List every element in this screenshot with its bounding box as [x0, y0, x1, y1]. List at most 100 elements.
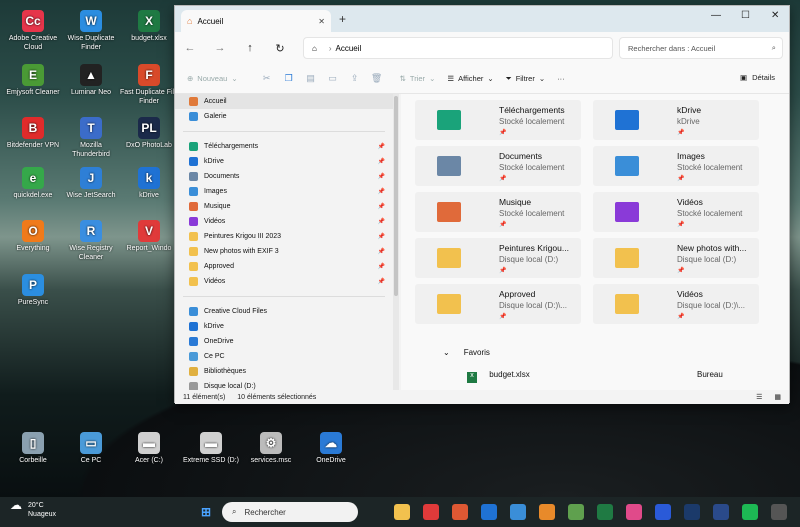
lrc-icon[interactable] — [713, 504, 729, 520]
desktop-icon[interactable]: O Everything — [4, 220, 62, 253]
sidebar-location-item[interactable]: kDrive — [175, 319, 393, 334]
excel-icon[interactable] — [597, 504, 613, 520]
sidebar-location-item[interactable]: OneDrive — [175, 334, 393, 349]
paint-icon[interactable] — [568, 504, 584, 520]
ps2-icon[interactable] — [684, 504, 700, 520]
scrollbar-thumb[interactable] — [394, 96, 398, 296]
forward-arrow-icon[interactable]: → — [205, 42, 235, 54]
sidebar-scrollbar[interactable] — [393, 94, 399, 390]
desktop-icon[interactable]: k kDrive — [120, 167, 178, 200]
quick-access-card[interactable]: Documents Stocké localement 📌 — [415, 146, 581, 186]
paste-icon[interactable]: ▤ — [300, 73, 322, 84]
weather-widget[interactable]: ☁ 20°C Nuageux — [10, 499, 56, 519]
address-bar[interactable]: ⌂ › Accueil — [303, 37, 613, 59]
desktop-icon[interactable]: PL DxO PhotoLab — [120, 117, 178, 150]
desktop-icon[interactable]: V Report_Windo — [120, 220, 178, 253]
tile-view-icon[interactable]: ▦ — [774, 393, 781, 401]
taskbar-search[interactable]: ⌕ Rechercher — [222, 502, 358, 522]
desktop-icon[interactable]: e quickdel.exe — [4, 167, 62, 200]
sidebar-pinned-item[interactable]: New photos with EXIF 3 📌 — [175, 244, 393, 259]
sidebar-pinned-item[interactable]: Musique 📌 — [175, 199, 393, 214]
cut-icon[interactable]: ✂ — [256, 73, 278, 84]
desktop-icon[interactable]: ▬ Extreme SSD (D:) — [182, 432, 240, 465]
store-icon[interactable] — [510, 504, 526, 520]
quick-access-card[interactable]: kDrive kDrive 📌 — [593, 100, 759, 140]
desktop-icon[interactable]: F Fast Duplicate File Finder — [120, 64, 178, 106]
sidebar-pinned-item[interactable]: Vidéos 📌 — [175, 214, 393, 229]
close-tab-icon[interactable]: ✕ — [318, 17, 325, 26]
ps-icon[interactable] — [655, 504, 671, 520]
tab-accueil[interactable]: ⌂ Accueil ✕ — [181, 10, 331, 32]
desktop-icon[interactable]: ⚙ services.msc — [242, 432, 300, 465]
sidebar-location-item[interactable]: Bibliothèques — [175, 364, 393, 379]
list-view-icon[interactable]: ☰ — [756, 393, 762, 401]
desktop-icon[interactable]: ▭ Ce PC — [62, 432, 120, 465]
sidebar-location-item[interactable]: Creative Cloud Files — [175, 304, 393, 319]
sidebar-pinned-item[interactable]: Vidéos 📌 — [175, 274, 393, 289]
favorite-row[interactable]: x budget.xlsx Bureau — [467, 370, 777, 383]
desktop-icon[interactable]: E Emjysoft Cleaner — [4, 64, 62, 97]
quick-access-card[interactable]: Images Stocké localement 📌 — [593, 146, 759, 186]
quick-access-card[interactable]: Musique Stocké localement 📌 — [415, 192, 581, 232]
desktop-icon[interactable]: ▬ Acer (C:) — [120, 432, 178, 465]
quick-access-card[interactable]: Vidéos Disque local (D:)\... 📌 — [593, 284, 759, 324]
quick-access-card[interactable]: Approved Disque local (D:)\... 📌 — [415, 284, 581, 324]
sidebar-pinned-item[interactable]: Téléchargements 📌 — [175, 139, 393, 154]
sidebar-item-galerie[interactable]: Galerie — [175, 109, 393, 124]
sidebar-pinned-item[interactable]: Peintures Krigou III 2023 📌 — [175, 229, 393, 244]
delete-icon[interactable]: 🗑 — [366, 73, 388, 84]
desktop-icon[interactable]: ▲ Luminar Neo — [62, 64, 120, 97]
location-icon — [189, 307, 198, 316]
desktop-icon[interactable]: T Mozilla Thunderbird — [62, 117, 120, 159]
spotify-icon[interactable] — [742, 504, 758, 520]
duckduckgo-icon[interactable] — [452, 504, 468, 520]
new-tab-button[interactable]: + — [339, 12, 346, 26]
desktop-icon[interactable]: ▯ Corbeille — [4, 432, 62, 465]
sidebar-location-item[interactable]: Disque local (D:) — [175, 379, 393, 390]
chatgpt-icon[interactable] — [771, 504, 787, 520]
sidebar-item-accueil[interactable]: Accueil — [175, 94, 393, 109]
explorer-icon[interactable] — [394, 504, 410, 520]
filter-button[interactable]: ⏷ Filtrer ⌄ — [506, 74, 545, 84]
copy-icon[interactable]: ❐ — [278, 73, 300, 84]
photos-icon[interactable] — [626, 504, 642, 520]
up-arrow-icon[interactable]: ↑ — [235, 42, 265, 54]
start-button-icon[interactable]: ⊞ — [198, 504, 214, 520]
more-options-button[interactable]: ··· — [557, 74, 565, 83]
kdrive-icon[interactable] — [481, 504, 497, 520]
desktop-icon[interactable]: P PureSync — [4, 274, 62, 307]
desktop-icon[interactable]: B Bitdefender VPN — [4, 117, 62, 150]
sidebar-pinned-item[interactable]: kDrive 📌 — [175, 154, 393, 169]
favorites-header[interactable]: ⌄ Favoris — [443, 348, 490, 357]
sort-button[interactable]: ⇅ Trier ⌄ — [400, 74, 436, 83]
view-button[interactable]: ☰ Afficher ⌄ — [447, 74, 493, 83]
chevron-down-icon: ⌄ — [231, 74, 238, 83]
details-button[interactable]: ▣ Détails — [740, 73, 775, 82]
desktop-icon[interactable]: Xbudget.xlsx — [120, 10, 178, 43]
minimize-button[interactable]: — — [711, 10, 721, 21]
quick-access-card[interactable]: Téléchargements Stocké localement 📌 — [415, 100, 581, 140]
vivaldi-icon[interactable] — [423, 504, 439, 520]
sidebar-location-item[interactable]: Ce PC — [175, 349, 393, 364]
desktop-icon[interactable]: R Wise Registry Cleaner — [62, 220, 120, 262]
close-window-button[interactable]: ✕ — [771, 10, 779, 21]
desktop-icon[interactable]: J Wise JetSearch — [62, 167, 120, 200]
quick-access-card[interactable]: New photos with... Disque local (D:) 📌 — [593, 238, 759, 278]
new-button[interactable]: ⊕ Nouveau ⌄ — [187, 74, 238, 83]
sidebar-pinned-item[interactable]: Images 📌 — [175, 184, 393, 199]
quick-access-card[interactable]: Peintures Krigou... Disque local (D:) 📌 — [415, 238, 581, 278]
desktop-icon[interactable]: W Wise Duplicate Finder — [62, 10, 120, 52]
back-arrow-icon[interactable]: ← — [175, 42, 205, 54]
refresh-icon[interactable]: ↻ — [265, 42, 295, 55]
rename-icon[interactable]: ▭ — [322, 73, 344, 84]
sidebar-pinned-item[interactable]: Documents 📌 — [175, 169, 393, 184]
desktop-icon-label: Wise Duplicate Finder — [67, 35, 115, 51]
maximize-button[interactable]: ☐ — [741, 10, 750, 21]
search-input[interactable]: Rechercher dans : Accueil ⌕ — [619, 37, 783, 59]
desktop-icon[interactable]: ☁ OneDrive — [302, 432, 360, 465]
desktop-icon[interactable]: Cc Adobe Creative Cloud — [4, 10, 62, 52]
vlc-icon[interactable] — [539, 504, 555, 520]
sidebar-pinned-item[interactable]: Approved 📌 — [175, 259, 393, 274]
quick-access-card[interactable]: Vidéos Stocké localement 📌 — [593, 192, 759, 232]
share-icon[interactable]: ⇪ — [344, 73, 366, 84]
